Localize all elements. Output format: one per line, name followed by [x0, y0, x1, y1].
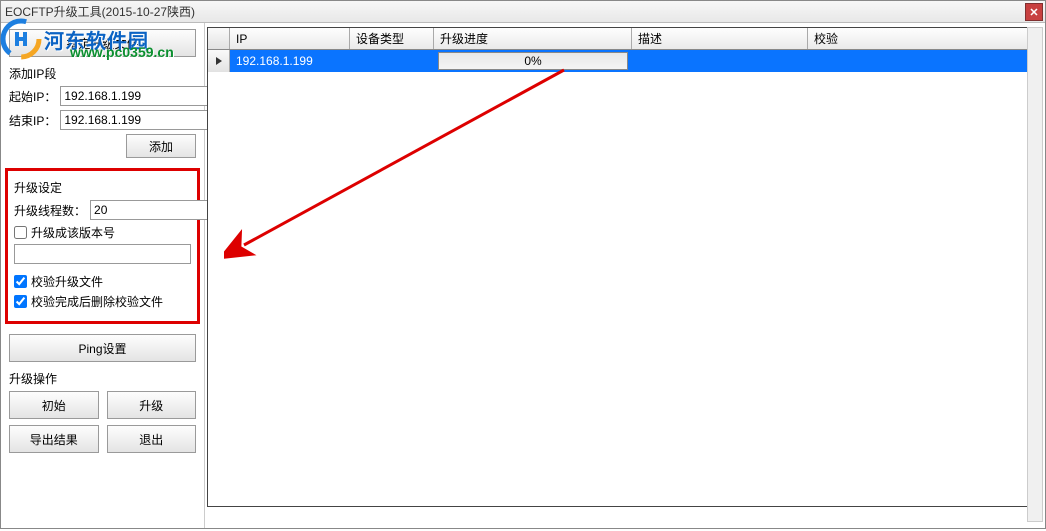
grid-body: 192.168.1.199 0%	[208, 50, 1038, 506]
table-row[interactable]: 192.168.1.199 0%	[208, 50, 1038, 72]
main-area: IP 设备类型 升级进度 描述 校验 192.168.1.199	[205, 23, 1045, 528]
export-button[interactable]: 导出结果	[9, 425, 99, 453]
end-ip-label: 结束IP：	[9, 112, 56, 129]
titlebar: EOCFTP升级工具(2015-10-27陕西) ✕	[1, 1, 1045, 23]
col-header-type[interactable]: 设备类型	[350, 28, 434, 49]
cell-ip: 192.168.1.199	[230, 50, 350, 72]
version-checkbox-label: 升级成该版本号	[31, 224, 115, 241]
threads-label: 升级线程数：	[14, 202, 86, 219]
cell-check	[808, 50, 1038, 72]
vertical-scrollbar[interactable]	[1027, 27, 1043, 522]
cell-type	[350, 50, 434, 72]
watermark-url: www.pc0359.cn	[70, 44, 174, 60]
settings-title: 升级设定	[14, 179, 191, 196]
delete-checkbox[interactable]	[14, 295, 27, 308]
ops-group: 升级操作 初始 升级 导出结果 退出	[9, 368, 196, 453]
col-header-check[interactable]: 校验	[808, 28, 1038, 49]
add-ip-button[interactable]: 添加	[126, 134, 196, 158]
end-ip-input[interactable]	[60, 110, 223, 130]
progress-text: 0%	[439, 53, 627, 69]
col-header-desc[interactable]: 描述	[632, 28, 808, 49]
col-header-progress[interactable]: 升级进度	[434, 28, 632, 49]
grid-corner	[208, 28, 230, 49]
progress-bar: 0%	[438, 52, 628, 70]
window-title: EOCFTP升级工具(2015-10-27陕西)	[5, 3, 195, 20]
cell-desc	[632, 50, 808, 72]
verify-checkbox-label: 校验升级文件	[31, 273, 103, 290]
delete-checkbox-label: 校验完成后删除校验文件	[31, 293, 163, 310]
ip-range-group: 添加IP段 起始IP： 结束IP： 添加	[9, 63, 196, 158]
start-ip-input[interactable]	[60, 86, 223, 106]
close-button[interactable]: ✕	[1025, 3, 1043, 21]
row-indicator-icon	[208, 50, 230, 72]
ops-title: 升级操作	[9, 370, 196, 387]
init-button[interactable]: 初始	[9, 391, 99, 419]
upgrade-button[interactable]: 升级	[107, 391, 197, 419]
ping-settings-button[interactable]: Ping设置	[9, 334, 196, 362]
sidebar: 指定升级文件 添加IP段 起始IP： 结束IP： 添加 升级设定 升级线	[1, 23, 205, 528]
col-header-ip[interactable]: IP	[230, 28, 350, 49]
exit-button[interactable]: 退出	[107, 425, 197, 453]
ip-range-title: 添加IP段	[9, 65, 196, 82]
data-grid[interactable]: IP 设备类型 升级进度 描述 校验 192.168.1.199	[207, 27, 1039, 507]
version-checkbox[interactable]	[14, 226, 27, 239]
settings-highlight: 升级设定 升级线程数： ▲ ▼ 升级成该版本号	[5, 168, 200, 324]
start-ip-label: 起始IP：	[9, 88, 56, 105]
verify-checkbox[interactable]	[14, 275, 27, 288]
version-input[interactable]	[14, 244, 191, 264]
cell-progress: 0%	[434, 50, 632, 72]
grid-header: IP 设备类型 升级进度 描述 校验	[208, 28, 1038, 50]
